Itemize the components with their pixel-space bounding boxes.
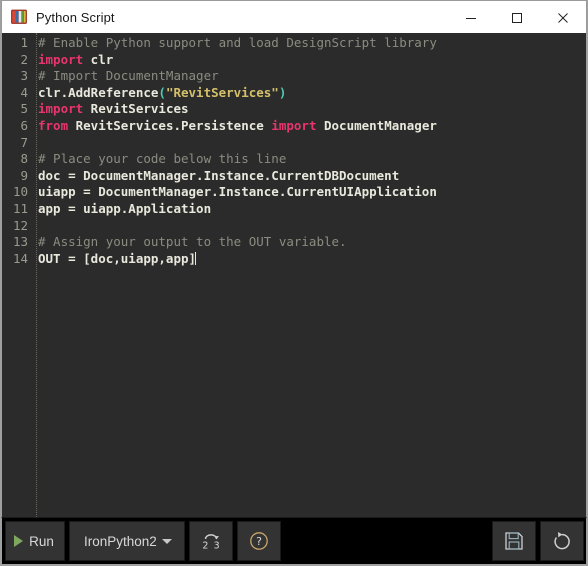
- code-line-text[interactable]: app = uiapp.Application: [32, 201, 211, 218]
- code-line[interactable]: 5 import RevitServices: [2, 101, 586, 118]
- help-circle-icon: ?: [250, 532, 268, 550]
- toolbar-spacer: [283, 518, 490, 564]
- line-number: 9: [20, 167, 28, 183]
- line-number: 7: [20, 134, 28, 150]
- code-token-comment: # Enable Python support and load DesignS…: [38, 35, 437, 50]
- code-line[interactable]: 14 OUT = [doc,uiapp,app]: [2, 251, 586, 268]
- python-script-window: Python Script 1 # Enable Python support …: [0, 0, 588, 566]
- save-button[interactable]: [492, 521, 536, 561]
- code-line-text[interactable]: # Import DocumentManager: [32, 68, 219, 85]
- code-token-paren: ): [278, 84, 287, 100]
- code-line[interactable]: 12: [2, 218, 586, 235]
- code-line[interactable]: 2 import clr: [2, 52, 586, 69]
- line-number: 4: [20, 84, 28, 100]
- code-token-plain: uiapp = DocumentManager.Instance.Current…: [38, 184, 437, 200]
- chevron-down-icon: [162, 538, 172, 544]
- code-token-keyword: from: [38, 117, 69, 133]
- help-button[interactable]: ?: [237, 521, 281, 561]
- code-token-plain: clr.AddReference: [38, 84, 159, 100]
- code-line[interactable]: 8 # Place your code below this line: [2, 151, 586, 168]
- line-number: 8: [20, 151, 28, 167]
- svg-text:2: 2: [202, 541, 208, 552]
- line-number: 5: [20, 101, 28, 117]
- migrate-python2-to-3-button[interactable]: 2 3: [189, 521, 233, 561]
- play-icon: [14, 535, 24, 547]
- svg-text:3: 3: [214, 541, 220, 552]
- code-line-text[interactable]: [32, 218, 38, 235]
- line-number: 1: [20, 35, 28, 50]
- code-token-paren: (: [158, 84, 166, 100]
- code-token-keyword: import: [271, 117, 317, 133]
- maximize-button[interactable]: [494, 1, 540, 34]
- code-token-keyword: import: [38, 51, 84, 67]
- revert-arrow-icon: [554, 532, 570, 550]
- code-line[interactable]: 1 # Enable Python support and load Design…: [2, 35, 586, 52]
- code-token-plain: doc = DocumentManager.Instance.CurrentDB…: [38, 167, 400, 183]
- code-line-text[interactable]: doc = DocumentManager.Instance.CurrentDB…: [32, 168, 399, 185]
- line-number: 13: [12, 234, 28, 250]
- code-token-plain: OUT = [doc,uiapp,app]: [38, 250, 197, 266]
- code-line-text[interactable]: uiapp = DocumentManager.Instance.Current…: [32, 184, 437, 201]
- window-controls: [448, 1, 586, 34]
- code-line[interactable]: 13 # Assign your output to the OUT variab…: [2, 234, 586, 251]
- line-number: 2: [20, 51, 28, 67]
- code-editor[interactable]: 1 # Enable Python support and load Design…: [2, 33, 586, 517]
- save-floppy-icon: [505, 532, 523, 550]
- code-token-plain: app = uiapp.Application: [38, 200, 212, 216]
- run-button[interactable]: Run: [5, 521, 65, 561]
- window-title: Python Script: [36, 9, 115, 25]
- code-line-text[interactable]: # Place your code below this line: [32, 151, 286, 168]
- line-number: 10: [12, 184, 28, 200]
- text-caret: [195, 251, 197, 265]
- python-script-icon: [10, 8, 28, 26]
- code-line-text[interactable]: # Assign your output to the OUT variable…: [32, 234, 347, 251]
- code-token-comment: # Import DocumentManager: [38, 68, 219, 84]
- bottom-toolbar: Run IronPython2 2 3 ?: [1, 517, 587, 565]
- code-token-string: "RevitServices": [165, 84, 279, 100]
- code-token-plain: DocumentManager: [316, 117, 437, 133]
- line-number: 14: [12, 250, 28, 266]
- code-line-text[interactable]: # Enable Python support and load DesignS…: [32, 35, 437, 52]
- revert-button[interactable]: [540, 521, 584, 561]
- code-token-keyword: import: [38, 101, 84, 117]
- code-editor-area[interactable]: 1 # Enable Python support and load Design…: [1, 33, 587, 517]
- titlebar: Python Script: [1, 0, 587, 34]
- line-number: 12: [12, 217, 28, 233]
- run-button-label: Run: [29, 533, 54, 549]
- line-number: 11: [12, 200, 28, 216]
- code-line-text[interactable]: OUT = [doc,uiapp,app]: [32, 250, 197, 268]
- minimize-button[interactable]: [448, 1, 494, 34]
- code-line[interactable]: 7: [2, 135, 586, 152]
- line-number: 6: [20, 117, 28, 133]
- code-line-text[interactable]: clr.AddReference("RevitServices"): [32, 85, 286, 102]
- engine-selector-label: IronPython2: [84, 533, 157, 549]
- code-token-plain: RevitServices: [83, 101, 189, 117]
- code-line[interactable]: 11 app = uiapp.Application: [2, 201, 586, 218]
- code-line-text[interactable]: from RevitServices.Persistence import Do…: [32, 118, 437, 135]
- code-token-plain: RevitServices.Persistence: [68, 117, 272, 133]
- code-line[interactable]: 3 # Import DocumentManager: [2, 68, 586, 85]
- code-token-comment: # Assign your output to the OUT variable…: [38, 234, 347, 250]
- code-token-plain: clr: [83, 51, 114, 67]
- code-line-text[interactable]: import RevitServices: [32, 101, 189, 118]
- code-line-text[interactable]: import clr: [32, 52, 113, 69]
- python-2-to-3-icon: 2 3: [202, 534, 220, 552]
- code-line[interactable]: 10 uiapp = DocumentManager.Instance.Curre…: [2, 184, 586, 201]
- code-line[interactable]: 4 clr.AddReference("RevitServices"): [2, 85, 586, 102]
- engine-selector-dropdown[interactable]: IronPython2: [69, 521, 185, 561]
- code-line-text[interactable]: [32, 135, 38, 152]
- line-number: 3: [20, 68, 28, 84]
- code-line[interactable]: 6 from RevitServices.Persistence import D…: [2, 118, 586, 135]
- code-line[interactable]: 9 doc = DocumentManager.Instance.CurrentD…: [2, 168, 586, 185]
- code-token-comment: # Place your code below this line: [38, 151, 287, 167]
- svg-text:?: ?: [256, 535, 262, 548]
- close-button[interactable]: [540, 1, 586, 34]
